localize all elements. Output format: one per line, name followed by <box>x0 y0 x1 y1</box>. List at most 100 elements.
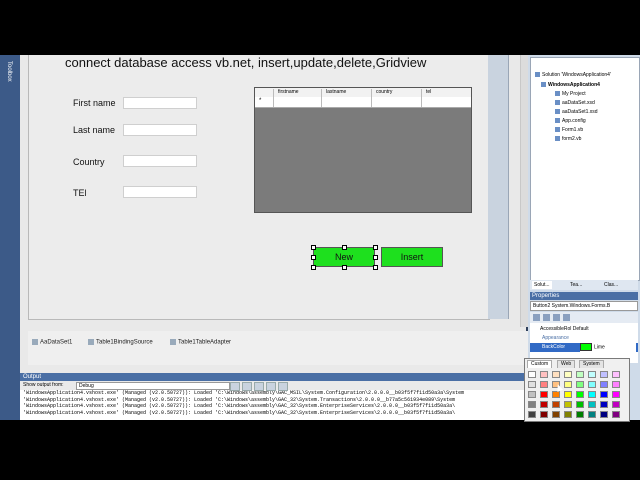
toolbox-label[interactable]: Toolbox <box>6 61 12 82</box>
selection-handle[interactable] <box>311 255 316 260</box>
color-swatch[interactable] <box>600 411 608 418</box>
alphabetical-icon[interactable] <box>543 314 550 321</box>
color-swatch[interactable] <box>552 411 560 418</box>
categorized-icon[interactable] <box>533 314 540 321</box>
color-swatch[interactable] <box>552 371 560 378</box>
color-swatch[interactable] <box>588 401 596 408</box>
new-button[interactable]: New <box>313 247 375 267</box>
color-swatch[interactable] <box>552 391 560 398</box>
toolbox-strip[interactable]: Toolbox <box>0 55 20 420</box>
color-swatch[interactable] <box>528 391 536 398</box>
tray-item-bindingsource[interactable]: Table1BindingSource <box>88 339 153 346</box>
color-swatch[interactable] <box>540 401 548 408</box>
selection-handle[interactable] <box>342 265 347 270</box>
grid-cell[interactable] <box>321 97 371 107</box>
properties-toolbar <box>530 312 638 323</box>
solution-item[interactable]: form2.vb <box>555 136 581 142</box>
solution-item[interactable]: aaDataSet1.xsd <box>555 109 598 115</box>
color-swatch[interactable] <box>552 401 560 408</box>
color-swatch[interactable] <box>564 371 572 378</box>
tel-input[interactable] <box>123 186 197 198</box>
color-swatch[interactable] <box>588 391 596 398</box>
solution-item[interactable]: My Project <box>555 91 586 97</box>
form-file-icon <box>555 136 560 142</box>
color-swatch[interactable] <box>540 381 548 388</box>
first-name-input[interactable] <box>123 97 197 109</box>
color-swatch[interactable] <box>576 391 584 398</box>
solution-item[interactable]: aaDataSet.xsd <box>555 100 595 106</box>
selection-handle[interactable] <box>311 265 316 270</box>
solution-item[interactable]: App.config <box>555 118 586 124</box>
color-swatch[interactable] <box>600 401 608 408</box>
color-swatch[interactable] <box>564 381 572 388</box>
color-swatch[interactable] <box>576 371 584 378</box>
color-swatch[interactable] <box>600 381 608 388</box>
color-swatch[interactable] <box>612 391 620 398</box>
tel-label: TEl <box>73 188 87 198</box>
insert-button[interactable]: Insert <box>381 247 443 267</box>
properties-icon[interactable] <box>553 314 560 321</box>
color-swatch[interactable] <box>612 411 620 418</box>
selection-handle[interactable] <box>311 245 316 250</box>
color-swatch[interactable] <box>576 401 584 408</box>
color-swatch[interactable] <box>612 381 620 388</box>
tab-system-colors[interactable]: System <box>579 360 604 368</box>
tab-class-view[interactable]: Clas... <box>602 281 620 289</box>
color-swatch[interactable] <box>564 411 572 418</box>
clear-all-icon[interactable] <box>266 382 276 391</box>
previous-icon[interactable] <box>242 382 252 391</box>
property-backcolor[interactable]: BackColor Lime <box>530 343 638 352</box>
events-icon[interactable] <box>563 314 570 321</box>
color-swatch[interactable] <box>588 371 596 378</box>
tab-solution-explorer[interactable]: Solut... <box>532 281 552 289</box>
color-swatch[interactable] <box>588 411 596 418</box>
selection-handle[interactable] <box>373 265 378 270</box>
color-swatch[interactable] <box>612 401 620 408</box>
color-swatch[interactable] <box>528 401 536 408</box>
show-output-from-label: Show output from: <box>23 382 64 388</box>
find-icon[interactable] <box>230 382 240 391</box>
next-icon[interactable] <box>254 382 264 391</box>
output-source-select[interactable]: Debug <box>76 382 230 390</box>
selection-handle[interactable] <box>342 245 347 250</box>
tab-web-colors[interactable]: Web <box>557 360 576 368</box>
color-swatch[interactable] <box>540 391 548 398</box>
color-swatch[interactable] <box>564 391 572 398</box>
color-swatch[interactable] <box>528 411 536 418</box>
selection-handle[interactable] <box>373 255 378 260</box>
grid-cell[interactable] <box>371 97 421 107</box>
country-input[interactable] <box>123 155 197 167</box>
grid-column-lastname[interactable]: lastname <box>321 89 371 97</box>
color-swatch[interactable] <box>612 371 620 378</box>
color-swatch[interactable] <box>576 411 584 418</box>
grid-cell[interactable] <box>273 97 321 107</box>
selection-handle[interactable] <box>373 245 378 250</box>
grid-new-row[interactable]: * <box>255 97 471 108</box>
tab-custom-colors[interactable]: Custom <box>527 360 553 368</box>
color-swatch[interactable] <box>588 381 596 388</box>
property-accessible-role[interactable]: AccessibleRol Default <box>530 325 640 334</box>
color-swatch[interactable] <box>564 401 572 408</box>
color-swatch[interactable] <box>540 371 548 378</box>
color-swatch[interactable] <box>600 371 608 378</box>
tab-team-explorer[interactable]: Tea... <box>568 281 584 289</box>
grid-column-tel[interactable]: tel <box>421 89 471 97</box>
last-name-input[interactable] <box>123 124 197 136</box>
property-category-appearance[interactable]: Appearance <box>530 334 640 343</box>
color-swatch[interactable] <box>528 371 536 378</box>
tray-item-dataset[interactable]: AaDataSet1 <box>32 339 72 346</box>
grid-cell[interactable] <box>421 97 471 107</box>
color-swatch[interactable] <box>528 381 536 388</box>
solution-item[interactable]: Form1.vb <box>555 127 583 133</box>
tray-item-tableadapter[interactable]: Table1TableAdapter <box>170 339 231 346</box>
grid-column-country[interactable]: country <box>371 89 421 97</box>
color-swatch[interactable] <box>600 391 608 398</box>
word-wrap-icon[interactable] <box>278 382 288 391</box>
data-grid-view[interactable]: firstname lastname country tel * <box>254 87 472 213</box>
color-swatch[interactable] <box>576 381 584 388</box>
properties-object-select[interactable]: Button2 System.Windows.Forms.B <box>530 301 638 311</box>
color-swatch[interactable] <box>540 411 548 418</box>
grid-column-firstname[interactable]: firstname <box>273 89 321 97</box>
project-node[interactable]: WindowsApplication4 <box>541 82 600 88</box>
solution-node[interactable]: Solution 'WindowsApplication4' <box>535 72 611 78</box>
